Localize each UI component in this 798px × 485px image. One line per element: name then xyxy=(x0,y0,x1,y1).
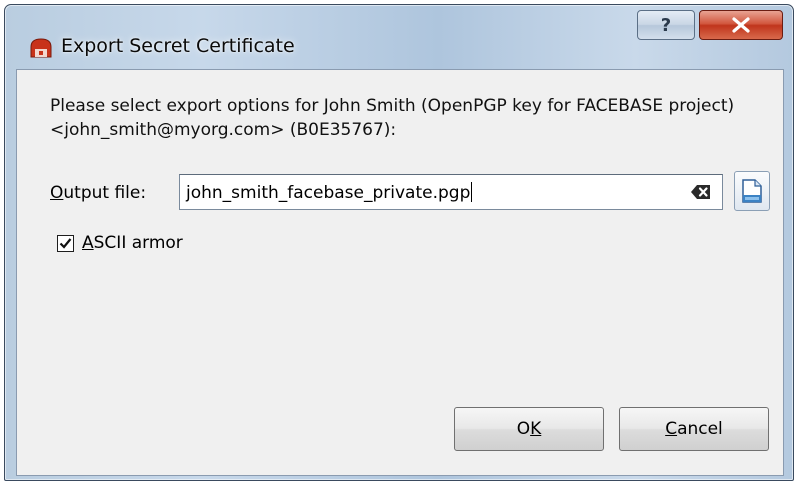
ascii-armor-label-accel: A xyxy=(82,233,94,253)
ascii-armor-option[interactable]: ASCII armor xyxy=(57,233,183,253)
text-caret xyxy=(471,182,473,202)
output-file-input[interactable]: john_smith_facebase_private.pgp xyxy=(179,174,723,210)
ascii-armor-label-text: SCII armor xyxy=(93,233,183,253)
export-dialog-window: Export Secret Certificate ? Please selec… xyxy=(4,4,794,481)
close-button[interactable] xyxy=(699,10,783,40)
cancel-button[interactable]: Cancel xyxy=(619,407,769,451)
checkmark-icon xyxy=(59,237,72,249)
ok-button[interactable]: OK xyxy=(454,407,604,451)
export-message: Please select export options for John Sm… xyxy=(50,96,735,140)
help-button[interactable]: ? xyxy=(637,10,695,40)
document-icon xyxy=(742,179,762,203)
window-title: Export Secret Certificate xyxy=(61,35,295,57)
browse-file-button[interactable] xyxy=(734,171,770,211)
app-icon xyxy=(30,38,52,58)
output-file-value-wrap: john_smith_facebase_private.pgp xyxy=(186,182,473,203)
ascii-armor-label: ASCII armor xyxy=(82,233,183,253)
dialog-body: Please select export options for John Sm… xyxy=(16,69,784,476)
output-file-label-accel: O xyxy=(50,183,64,203)
help-icon: ? xyxy=(660,14,672,36)
ok-label-accel: K xyxy=(530,419,542,439)
clear-input-icon[interactable] xyxy=(690,183,712,201)
output-file-value: john_smith_facebase_private.pgp xyxy=(186,183,471,203)
cancel-label-text: ancel xyxy=(677,419,723,439)
output-file-label-text: utput file: xyxy=(63,183,147,203)
ok-label-pre: O xyxy=(516,419,531,439)
output-file-label: Output file: xyxy=(50,183,146,203)
close-icon xyxy=(732,17,750,33)
cancel-label-accel: C xyxy=(665,419,678,439)
ascii-armor-checkbox[interactable] xyxy=(57,234,74,252)
